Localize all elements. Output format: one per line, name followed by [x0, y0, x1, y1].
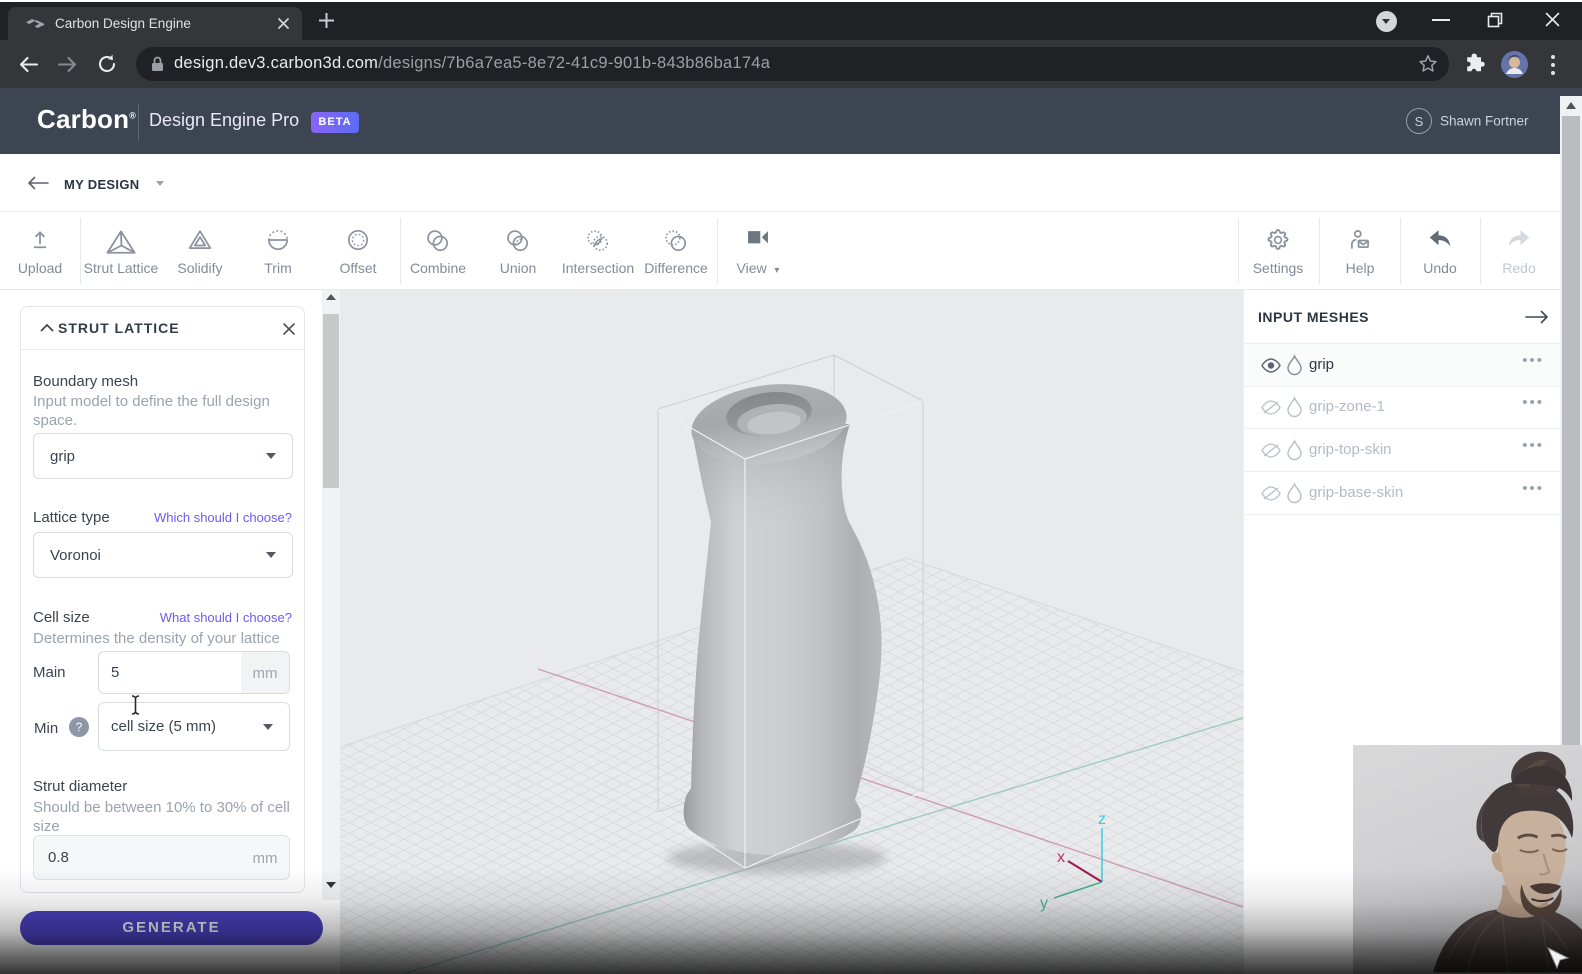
svg-text:y: y — [1040, 895, 1048, 912]
svg-text:x: x — [1057, 849, 1065, 866]
svg-text:z: z — [1098, 811, 1106, 828]
